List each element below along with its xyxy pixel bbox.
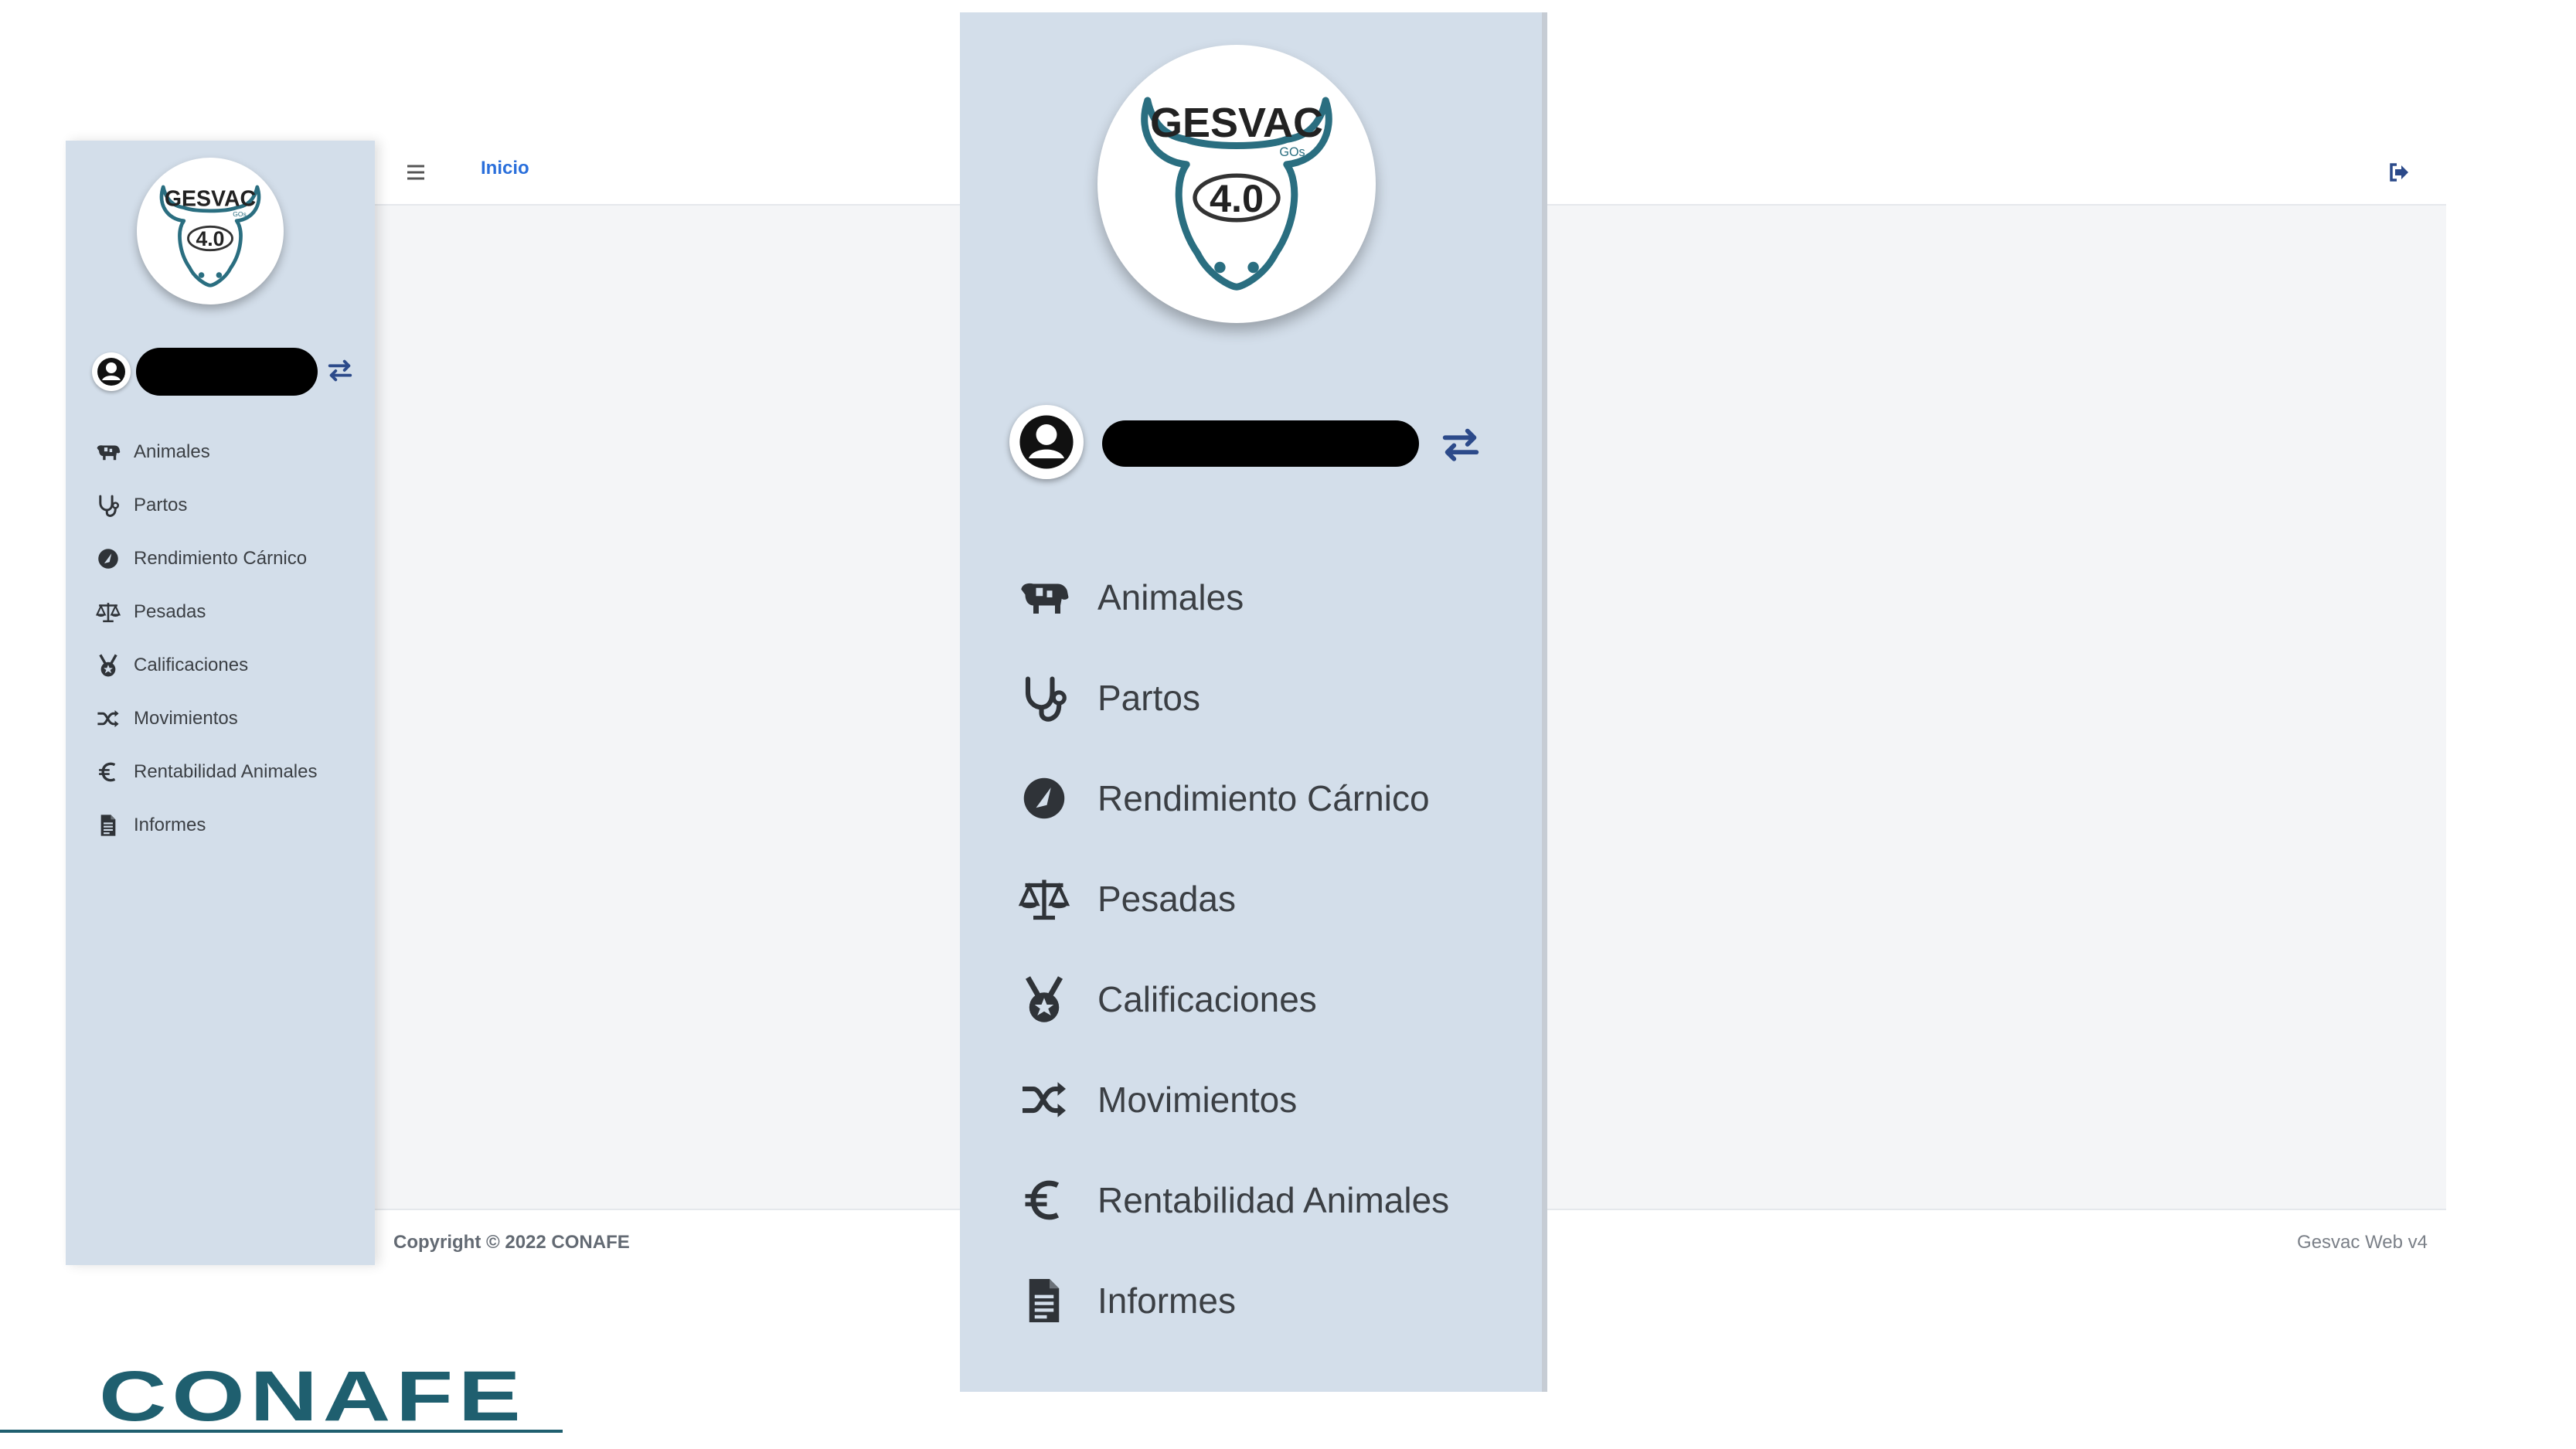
cow-icon bbox=[1017, 570, 1071, 624]
sidebar-item-rendimiento-carnico[interactable]: Rendimiento Cárnico bbox=[1017, 748, 1527, 849]
sidebar-item-informes[interactable]: Informes bbox=[1017, 1250, 1527, 1351]
copyright-text: Copyright © 2022 CONAFE bbox=[393, 1232, 630, 1253]
svg-text:GESVAC: GESVAC bbox=[1150, 100, 1323, 146]
scale-icon bbox=[95, 599, 121, 625]
gauge-icon bbox=[1017, 771, 1071, 825]
svg-text:GOs: GOs bbox=[233, 210, 247, 218]
logout-icon[interactable] bbox=[2386, 159, 2412, 185]
svg-text:GESVAC: GESVAC bbox=[165, 187, 256, 212]
sidebar-item-label: Rendimiento Cárnico bbox=[134, 547, 308, 569]
user-circle-icon[interactable] bbox=[1009, 405, 1084, 479]
medal-icon bbox=[1017, 972, 1071, 1026]
switch-arrows-icon[interactable] bbox=[325, 355, 355, 385]
document-icon bbox=[95, 812, 121, 838]
sidebar-item-rentabilidad-animales[interactable]: Rentabilidad Animales bbox=[95, 745, 373, 798]
conafe-logo-text: CONAFE bbox=[99, 1357, 526, 1436]
user-row-large bbox=[1009, 405, 1504, 482]
gesvac-logo-large[interactable]: GESVAC 4.0 GOs bbox=[1097, 45, 1376, 323]
svg-text:4.0: 4.0 bbox=[1210, 176, 1264, 220]
sidebar-item-label: Partos bbox=[134, 494, 188, 515]
sidebar-item-label: Movimientos bbox=[1097, 1080, 1298, 1120]
gauge-icon bbox=[95, 546, 121, 572]
user-circle-icon[interactable] bbox=[92, 352, 131, 391]
svg-text:GOs: GOs bbox=[1279, 145, 1305, 159]
user-name-redacted bbox=[136, 348, 318, 396]
sidebar-item-label: Informes bbox=[1097, 1281, 1236, 1321]
switch-arrows-icon[interactable] bbox=[1438, 422, 1483, 467]
shuffle-icon bbox=[1017, 1073, 1071, 1127]
sidebar-item-label: Rendimiento Cárnico bbox=[1097, 778, 1430, 818]
sidebar-item-label: Rentabilidad Animales bbox=[134, 760, 318, 782]
sidebar-item-label: Informes bbox=[134, 814, 206, 835]
conafe-logo-underline bbox=[0, 1430, 563, 1433]
gesvac-logo-image: GESVAC 4.0 GOs bbox=[1141, 97, 1332, 291]
sidebar-item-rentabilidad-animales[interactable]: Rentabilidad Animales bbox=[1017, 1150, 1527, 1250]
gesvac-logo[interactable]: GESVAC 4.0 GOs bbox=[137, 158, 284, 304]
sidebar-item-label: Rentabilidad Animales bbox=[1097, 1180, 1450, 1220]
sidebar-item-label: Movimientos bbox=[134, 707, 238, 729]
euro-icon bbox=[1017, 1173, 1071, 1227]
sidebar-menu-large: Animales Partos Rendimiento Cárnico Pesa… bbox=[1017, 547, 1527, 1351]
sidebar-item-pesadas[interactable]: Pesadas bbox=[1017, 849, 1527, 949]
svg-text:4.0: 4.0 bbox=[196, 227, 225, 250]
gesvac-logo-image: GESVAC 4.0 GOs bbox=[159, 185, 261, 287]
sidebar-item-label: Pesadas bbox=[1097, 879, 1237, 919]
sidebar-item-rendimiento-carnico[interactable]: Rendimiento Cárnico bbox=[95, 532, 373, 585]
sidebar-menu: Animales Partos Rendimiento Cárnico Pesa… bbox=[95, 425, 373, 852]
scale-icon bbox=[1017, 872, 1071, 926]
stethoscope-icon bbox=[95, 492, 121, 519]
sidebar-item-partos[interactable]: Partos bbox=[1017, 648, 1527, 748]
document-icon bbox=[1017, 1274, 1071, 1328]
cow-icon bbox=[95, 439, 121, 465]
sidebar-item-animales[interactable]: Animales bbox=[95, 425, 373, 478]
version-text: Gesvac Web v4 bbox=[2297, 1232, 2428, 1253]
zoomed-sidebar: GESVAC 4.0 GOs Animales Partos Rendimien… bbox=[960, 12, 1547, 1392]
sidebar-item-movimientos[interactable]: Movimientos bbox=[95, 692, 373, 745]
sidebar-item-pesadas[interactable]: Pesadas bbox=[95, 585, 373, 638]
sidebar-item-informes[interactable]: Informes bbox=[95, 798, 373, 852]
sidebar-item-calificaciones[interactable]: Calificaciones bbox=[95, 638, 373, 692]
sidebar-item-label: Pesadas bbox=[134, 600, 206, 622]
sidebar-item-label: Animales bbox=[1097, 577, 1244, 617]
user-row bbox=[92, 348, 355, 396]
user-name-redacted bbox=[1102, 420, 1419, 467]
sidebar-item-partos[interactable]: Partos bbox=[95, 478, 373, 532]
breadcrumb-inicio[interactable]: Inicio bbox=[481, 158, 529, 179]
sidebar-item-movimientos[interactable]: Movimientos bbox=[1017, 1049, 1527, 1150]
sidebar: GESVAC 4.0 GOs Animales Partos Rendimien… bbox=[66, 141, 375, 1265]
sidebar-item-label: Partos bbox=[1097, 678, 1200, 718]
medal-icon bbox=[95, 652, 121, 679]
sidebar-item-animales[interactable]: Animales bbox=[1017, 547, 1527, 648]
sidebar-item-label: Calificaciones bbox=[134, 654, 249, 675]
sidebar-item-calificaciones[interactable]: Calificaciones bbox=[1017, 949, 1527, 1049]
shuffle-icon bbox=[95, 706, 121, 732]
stethoscope-icon bbox=[1017, 671, 1071, 725]
euro-icon bbox=[95, 759, 121, 785]
sidebar-item-label: Animales bbox=[134, 440, 210, 462]
conafe-logo: CONAFE bbox=[0, 1357, 572, 1436]
hamburger-icon[interactable] bbox=[403, 161, 429, 184]
sidebar-item-label: Calificaciones bbox=[1097, 979, 1317, 1019]
